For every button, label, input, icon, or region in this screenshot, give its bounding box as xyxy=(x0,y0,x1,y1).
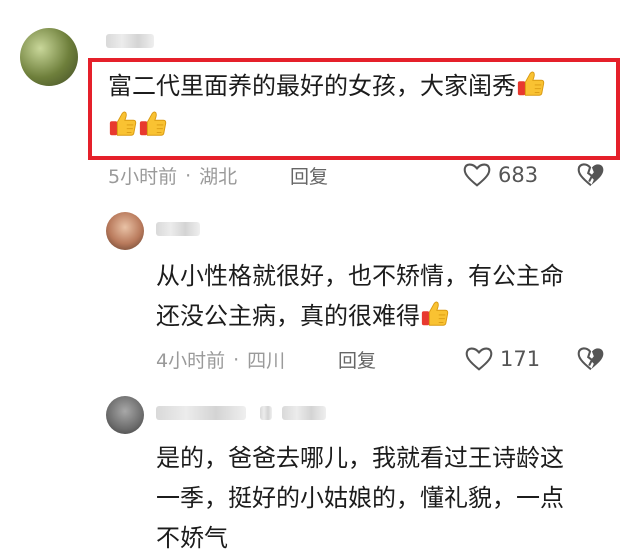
avatar[interactable] xyxy=(20,28,78,86)
separator-dot: · xyxy=(233,348,240,371)
username-blurred[interactable] xyxy=(156,406,246,420)
comment-meta: 4小时前 · 四川 xyxy=(156,346,285,373)
comment-text: 是的，爸爸去哪儿，我就看过王诗龄这 一季，挺好的小姑娘的，懂礼貌，一点 不娇气 xyxy=(156,438,626,558)
username-blurred[interactable] xyxy=(282,406,326,420)
avatar[interactable] xyxy=(106,396,144,434)
thumbs-up-emoji-icon xyxy=(420,299,450,329)
comment-text-line: 从小性格就很好，也不矫情，有公主命 xyxy=(156,262,564,290)
comment-text: 从小性格就很好，也不矫情，有公主命 还没公主病，真的很难得 xyxy=(156,256,626,336)
comment-text-line: 还没公主病，真的很难得 xyxy=(156,302,420,330)
thumbs-up-emoji-icon xyxy=(108,109,138,139)
reply-button[interactable]: 回复 xyxy=(290,162,328,189)
comment-time: 4小时前 xyxy=(156,350,226,372)
comment-text-line: 是的，爸爸去哪儿，我就看过王诗龄这 xyxy=(156,444,564,472)
comment-meta: 5小时前 · 湖北 xyxy=(108,162,237,189)
comment-text-line: 一季，挺好的小姑娘的，懂礼貌，一点 xyxy=(156,484,564,512)
broken-heart-icon xyxy=(576,344,606,374)
heart-outline-icon xyxy=(464,344,494,374)
thumbs-up-emoji-icon xyxy=(138,109,168,139)
like-count: 171 xyxy=(500,347,541,371)
heart-outline-icon xyxy=(462,160,492,190)
like-button[interactable]: 683 xyxy=(462,160,538,190)
reply-button[interactable]: 回复 xyxy=(338,346,376,373)
like-button[interactable]: 171 xyxy=(464,344,540,374)
avatar[interactable] xyxy=(106,212,144,250)
comment-text-line: 富二代里面养的最好的女孩，大家闺秀 xyxy=(108,72,516,100)
separator-dot: · xyxy=(185,164,192,187)
comment-time: 5小时前 xyxy=(108,166,178,188)
dislike-button[interactable] xyxy=(576,344,606,378)
thumbs-up-emoji-icon xyxy=(516,69,546,99)
comment-location: 四川 xyxy=(247,350,286,372)
dislike-button[interactable] xyxy=(576,160,606,194)
username-blurred[interactable] xyxy=(156,222,200,236)
like-count: 683 xyxy=(498,163,539,187)
username-blurred[interactable] xyxy=(106,34,154,48)
comment-location: 湖北 xyxy=(199,166,238,188)
broken-heart-icon xyxy=(576,160,606,190)
comment-text: 富二代里面养的最好的女孩，大家闺秀 xyxy=(108,66,608,146)
comment-text-line: 不娇气 xyxy=(156,524,228,552)
username-blurred[interactable] xyxy=(260,406,272,420)
